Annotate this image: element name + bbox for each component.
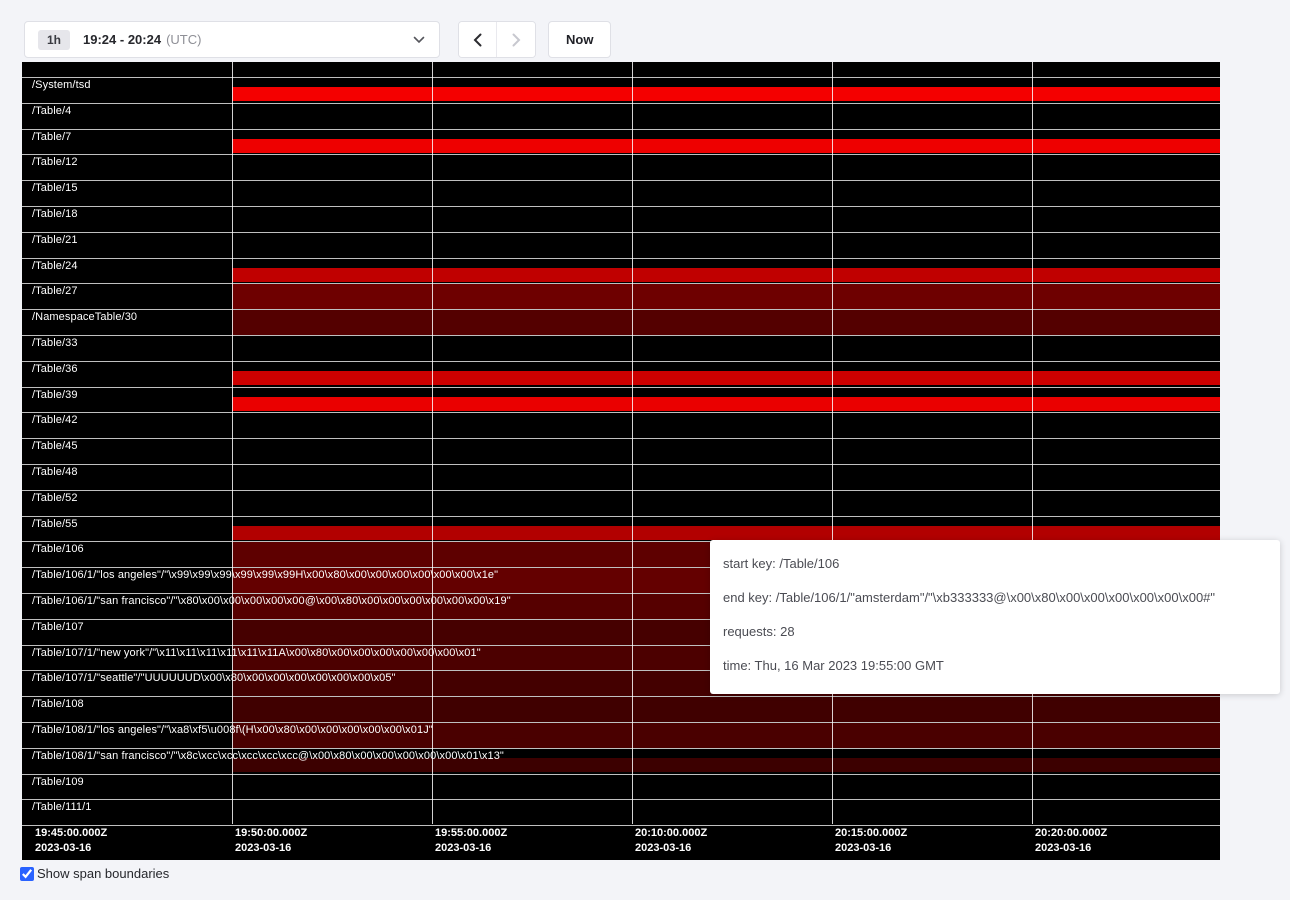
chevron-right-icon (512, 33, 521, 47)
span-key-label: /Table/108/1/"san francisco"/"\x8c\xcc\x… (32, 750, 504, 762)
heatmap-rows: /System/tsd/Table/4/Table/7/Table/12/Tab… (22, 77, 1220, 826)
key-visualizer-canvas[interactable]: /System/tsd/Table/4/Table/7/Table/12/Tab… (22, 62, 1220, 860)
heatmap-row[interactable]: /Table/7 (22, 129, 1220, 155)
span-key-label: /Table/108 (32, 698, 84, 710)
span-key-label: /System/tsd (32, 79, 91, 91)
tooltip-end-key: end key: /Table/106/1/"amsterdam"/"\xb33… (723, 590, 1267, 606)
time-gridline (232, 62, 233, 824)
heatmap-row[interactable]: /Table/111/1 (22, 799, 1220, 825)
heatmap-row[interactable]: /Table/4 (22, 103, 1220, 129)
span-key-label: /Table/4 (32, 105, 71, 117)
time-axis: 19:45:00.000Z2023-03-16 19:50:00.000Z2023… (22, 824, 1220, 860)
heatmap-row[interactable]: /Table/108/1/"los angeles"/"\xa8\xf5\u00… (22, 722, 1220, 748)
time-gridline (1032, 62, 1033, 824)
heat-band (232, 371, 1220, 385)
time-range-select[interactable]: 1h 19:24 - 20:24 (UTC) (24, 21, 440, 58)
span-key-label: /Table/106/1/"los angeles"/"\x99\x99\x99… (32, 569, 498, 581)
show-span-boundaries-checkbox[interactable] (20, 867, 34, 881)
heat-band (232, 697, 1220, 722)
heatmap-row[interactable]: /Table/24 (22, 258, 1220, 284)
span-key-label: /Table/106 (32, 543, 84, 555)
heat-band (232, 284, 1220, 309)
heatmap-row[interactable]: /Table/39 (22, 387, 1220, 413)
time-gridline (632, 62, 633, 824)
span-key-label: /Table/36 (32, 363, 78, 375)
heatmap-row[interactable]: /Table/52 (22, 490, 1220, 516)
prev-range-button[interactable] (459, 22, 497, 57)
span-key-label: /Table/12 (32, 156, 78, 168)
time-toolbar: 1h 19:24 - 20:24 (UTC) Now (24, 21, 611, 58)
time-tick: 19:55:00.000Z2023-03-16 (432, 826, 507, 856)
span-key-label: /Table/45 (32, 440, 78, 452)
heat-band (232, 268, 1220, 282)
span-key-label: /Table/27 (32, 285, 78, 297)
span-key-label: /Table/21 (32, 234, 78, 246)
heatmap-row[interactable]: /NamespaceTable/30 (22, 309, 1220, 335)
heatmap-row[interactable]: /Table/48 (22, 464, 1220, 490)
now-button[interactable]: Now (548, 21, 611, 58)
heat-band (232, 87, 1220, 101)
chevron-down-icon (413, 36, 425, 44)
span-key-label: /Table/108/1/"los angeles"/"\xa8\xf5\u00… (32, 724, 433, 736)
time-tick: 20:20:00.000Z2023-03-16 (1032, 826, 1107, 856)
tooltip-time: time: Thu, 16 Mar 2023 19:55:00 GMT (723, 658, 1267, 674)
heat-band (232, 526, 1220, 540)
heatmap-row[interactable]: /Table/12 (22, 154, 1220, 180)
heatmap-row[interactable]: /Table/55 (22, 516, 1220, 542)
time-gridline (832, 62, 833, 824)
span-key-label: /Table/18 (32, 208, 78, 220)
span-key-label: /Table/42 (32, 414, 78, 426)
span-key-label: /Table/24 (32, 260, 78, 272)
show-span-boundaries-label: Show span boundaries (37, 866, 169, 881)
time-gridline (432, 62, 433, 824)
time-tick: 19:45:00.000Z2023-03-16 (32, 826, 107, 856)
time-tick: 19:50:00.000Z2023-03-16 (232, 826, 307, 856)
tooltip-start-key: start key: /Table/106 (723, 556, 1267, 572)
span-key-label: /NamespaceTable/30 (32, 311, 137, 323)
heatmap-row[interactable]: /Table/15 (22, 180, 1220, 206)
span-key-label: /Table/107 (32, 621, 84, 633)
tooltip-requests: requests: 28 (723, 624, 1267, 640)
span-key-label: /Table/107/1/"new york"/"\x11\x11\x11\x1… (32, 647, 481, 659)
heat-band (232, 310, 1220, 335)
heatmap-row[interactable]: /Table/108/1/"san francisco"/"\x8c\xcc\x… (22, 748, 1220, 774)
time-tick: 20:10:00.000Z2023-03-16 (632, 826, 707, 856)
range-label: 19:24 - 20:24 (83, 32, 161, 47)
span-key-label: /Table/52 (32, 492, 78, 504)
span-key-label: /Table/111/1 (32, 801, 92, 813)
heat-band (232, 397, 1220, 411)
heatmap-row[interactable]: /Table/21 (22, 232, 1220, 258)
heatmap-row[interactable]: /Table/45 (22, 438, 1220, 464)
span-key-label: /Table/106/1/"san francisco"/"\x80\x00\x… (32, 595, 511, 607)
span-key-label: /Table/107/1/"seattle"/"UUUUUUD\x00\x80\… (32, 672, 396, 684)
range-duration-badge: 1h (38, 30, 70, 50)
heatmap-row[interactable]: /Table/27 (22, 283, 1220, 309)
heatmap-row[interactable]: /Table/18 (22, 206, 1220, 232)
span-key-label: /Table/39 (32, 389, 78, 401)
next-range-button[interactable] (497, 22, 535, 57)
span-key-label: /Table/109 (32, 776, 84, 788)
span-key-label: /Table/15 (32, 182, 78, 194)
time-tick: 20:15:00.000Z2023-03-16 (832, 826, 907, 856)
range-timezone: (UTC) (166, 32, 201, 47)
heatmap-row[interactable]: /Table/42 (22, 412, 1220, 438)
span-key-label: /Table/33 (32, 337, 78, 349)
show-span-boundaries-control: Show span boundaries (20, 866, 169, 881)
span-tooltip: start key: /Table/106 end key: /Table/10… (710, 540, 1280, 694)
heatmap-row[interactable]: /Table/108 (22, 696, 1220, 722)
heatmap-row[interactable]: /Table/109 (22, 774, 1220, 800)
heatmap-row[interactable]: /Table/33 (22, 335, 1220, 361)
span-key-label: /Table/48 (32, 466, 78, 478)
chevron-left-icon (473, 33, 482, 47)
heat-band (232, 139, 1220, 153)
span-key-label: /Table/7 (32, 131, 71, 143)
heatmap-row[interactable]: /System/tsd (22, 77, 1220, 103)
heatmap-row[interactable]: /Table/36 (22, 361, 1220, 387)
span-key-label: /Table/55 (32, 518, 78, 530)
range-nav-group (458, 21, 536, 58)
